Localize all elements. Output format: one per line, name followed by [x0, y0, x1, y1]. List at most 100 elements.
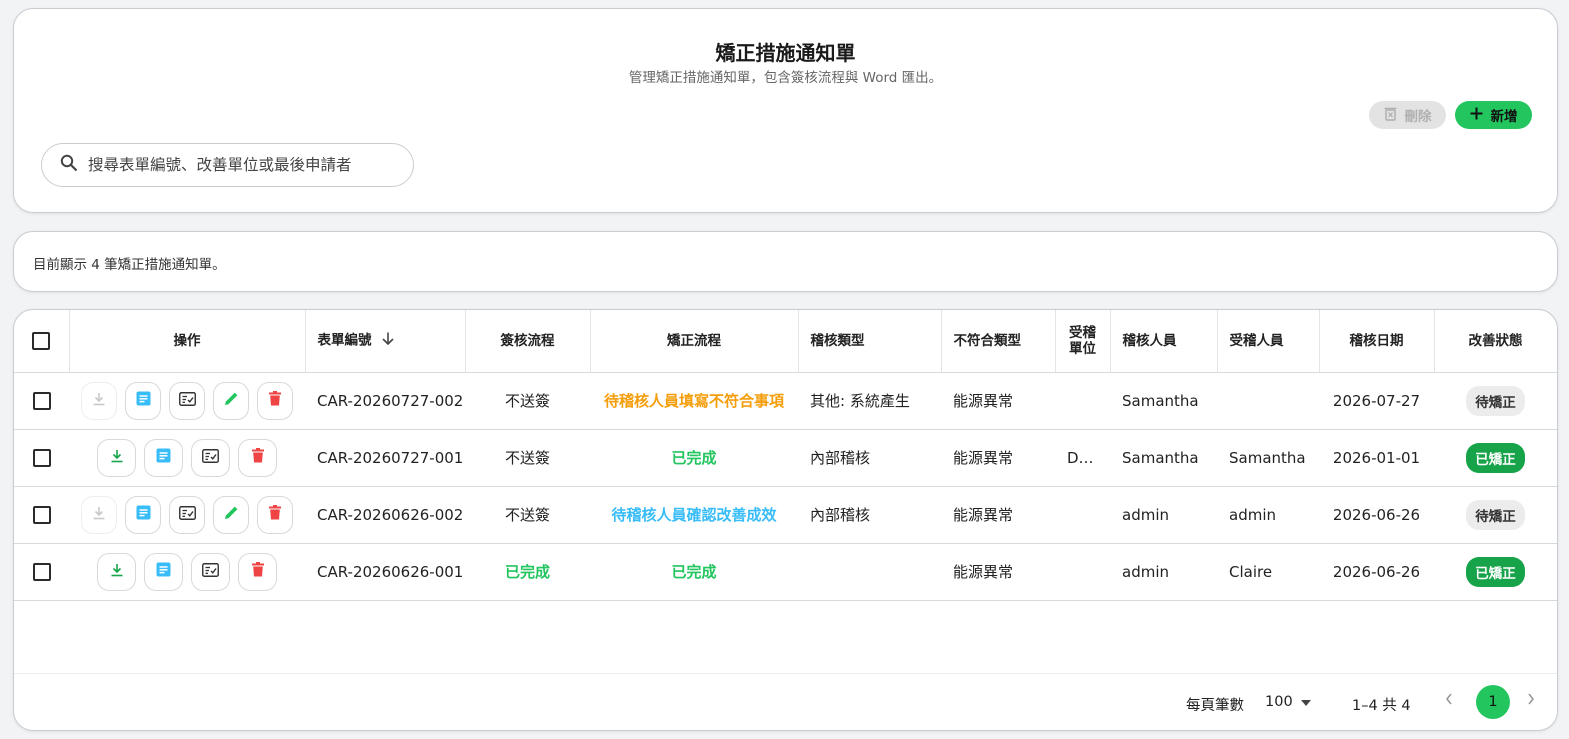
page-button-current[interactable]: 1	[1476, 685, 1510, 719]
delete-row-button[interactable]	[257, 381, 293, 420]
sign-flow-cell: 不送簽	[465, 372, 590, 430]
col-audited-unit-line2: 單位	[1069, 340, 1096, 357]
document-icon	[156, 562, 171, 581]
status-badge: 已矯正	[1466, 442, 1525, 473]
page-range-text: 1–4 共 4	[1352, 698, 1411, 714]
review-button[interactable]	[191, 552, 230, 591]
col-form-no-label: 表單編號	[317, 332, 372, 349]
delete-row-button[interactable]	[257, 495, 293, 534]
row-checkbox[interactable]	[32, 391, 51, 410]
rows-per-page-label: 每頁筆數	[1186, 698, 1244, 714]
info-card: 目前顯示 4 筆矯正措施通知單。	[13, 231, 1558, 292]
rows-per-page-value: 100	[1265, 694, 1293, 710]
status-badge: 待矯正	[1466, 385, 1525, 416]
row-actions	[69, 486, 305, 544]
sort-down-icon[interactable]	[381, 332, 394, 349]
col-form-no[interactable]: 表單編號	[305, 310, 466, 373]
form-no-cell[interactable]: CAR-20260727-001	[305, 429, 465, 487]
edit-button[interactable]	[213, 495, 249, 534]
auditee-cell: Claire	[1217, 543, 1319, 601]
chevron-left-icon[interactable]	[1444, 691, 1454, 711]
review-button[interactable]	[169, 381, 205, 420]
status-cell: 待矯正	[1434, 486, 1557, 544]
row-checkbox[interactable]	[32, 505, 51, 524]
download-button[interactable]	[81, 495, 117, 534]
audit-type-cell: 內部稽核	[798, 486, 941, 544]
table-header-row: 操作 表單編號 簽核流程 矯正流程 稽核類型 不符合類型 受稽 單位 稽核人員 受…	[14, 310, 1557, 373]
delete-row-button[interactable]	[238, 552, 277, 591]
search-icon	[60, 154, 78, 176]
delete-button-label: 刪除	[1404, 109, 1432, 125]
download-icon	[92, 506, 106, 524]
chevron-right-icon[interactable]	[1526, 691, 1536, 711]
review-button[interactable]	[191, 438, 230, 477]
trash-icon	[269, 391, 281, 410]
row-checkbox[interactable]	[32, 562, 51, 581]
add-button-label: 新增	[1490, 109, 1518, 125]
audited-unit-cell	[1055, 372, 1110, 430]
pagination-bar: 每頁筆數 100 1–4 共 4 1	[14, 673, 1557, 730]
view-document-button[interactable]	[125, 381, 161, 420]
pencil-icon	[224, 505, 239, 524]
correct-flow-cell: 已完成	[590, 429, 798, 487]
col-sign-flow: 簽核流程	[465, 310, 591, 373]
sign-flow-cell: 不送簽	[465, 486, 590, 544]
trash-icon	[251, 562, 264, 581]
col-audited-unit: 受稽 單位	[1055, 310, 1111, 373]
edit-button[interactable]	[213, 381, 249, 420]
sign-flow-cell: 已完成	[465, 543, 590, 601]
table-row[interactable]: CAR-20260626-001 已完成 已完成 能源異常 admin Clai…	[14, 543, 1557, 601]
row-checkbox[interactable]	[32, 448, 51, 467]
correct-flow-cell: 待稽核人員確認改善成效	[590, 486, 798, 544]
delete-button[interactable]: 刪除	[1369, 101, 1446, 129]
view-document-button[interactable]	[144, 438, 183, 477]
col-audited-unit-line1: 受稽	[1069, 324, 1096, 341]
auditor-cell: admin	[1110, 543, 1217, 601]
table-row[interactable]: CAR-20260727-001 不送簽 已完成 內部稽核 能源異常 D… Sa…	[14, 429, 1557, 487]
select-all-checkbox[interactable]	[32, 331, 51, 350]
audited-unit-cell	[1055, 486, 1110, 544]
status-badge: 待矯正	[1466, 499, 1525, 530]
auditor-cell: Samantha	[1110, 429, 1217, 487]
col-nc-type: 不符合類型	[941, 310, 1056, 373]
add-button[interactable]: 新增	[1455, 101, 1532, 129]
sign-flow-cell: 不送簽	[465, 429, 590, 487]
rows-per-page-select[interactable]: 100	[1265, 694, 1311, 710]
col-status: 改善狀態	[1434, 310, 1557, 373]
status-cell: 已矯正	[1434, 429, 1557, 487]
view-document-button[interactable]	[125, 495, 161, 534]
col-actions: 操作	[69, 310, 306, 373]
row-select-cell	[14, 543, 69, 601]
form-no-cell[interactable]: CAR-20260626-002	[305, 486, 465, 544]
auditor-cell: Samantha	[1110, 372, 1217, 430]
auditee-cell: admin	[1217, 486, 1319, 544]
plus-icon	[1470, 107, 1483, 124]
download-button[interactable]	[81, 381, 117, 420]
auditee-cell	[1217, 372, 1319, 430]
nc-type-cell: 能源異常	[941, 486, 1055, 544]
record-count-text: 目前顯示 4 筆矯正措施通知單。	[33, 257, 226, 273]
download-icon	[110, 449, 124, 467]
row-select-cell	[14, 372, 69, 430]
nc-type-cell: 能源異常	[941, 372, 1055, 430]
document-icon	[136, 391, 151, 410]
audited-unit-cell	[1055, 543, 1110, 601]
review-button[interactable]	[169, 495, 205, 534]
table-row[interactable]: CAR-20260626-002 不送簽 待稽核人員確認改善成效 內部稽核 能源…	[14, 486, 1557, 544]
audit-date-cell: 2026-06-26	[1319, 486, 1434, 544]
search-box[interactable]	[41, 143, 414, 187]
view-document-button[interactable]	[144, 552, 183, 591]
form-no-cell[interactable]: CAR-20260626-001	[305, 543, 465, 601]
delete-row-button[interactable]	[238, 438, 277, 477]
search-input[interactable]	[88, 156, 398, 174]
download-button[interactable]	[97, 552, 136, 591]
page-subtitle: 管理矯正措施通知單，包含簽核流程與 Word 匯出。	[628, 70, 943, 86]
correct-flow-cell: 已完成	[590, 543, 798, 601]
row-actions	[69, 429, 305, 487]
form-no-cell[interactable]: CAR-20260727-002	[305, 372, 465, 430]
download-button[interactable]	[97, 438, 136, 477]
car-table: 操作 表單編號 簽核流程 矯正流程 稽核類型 不符合類型 受稽 單位 稽核人員 受…	[14, 310, 1557, 601]
row-actions	[69, 372, 305, 430]
pencil-icon	[224, 391, 239, 410]
table-row[interactable]: CAR-20260727-002 不送簽 待稽核人員填寫不符合事項 其他: 系統…	[14, 372, 1557, 430]
